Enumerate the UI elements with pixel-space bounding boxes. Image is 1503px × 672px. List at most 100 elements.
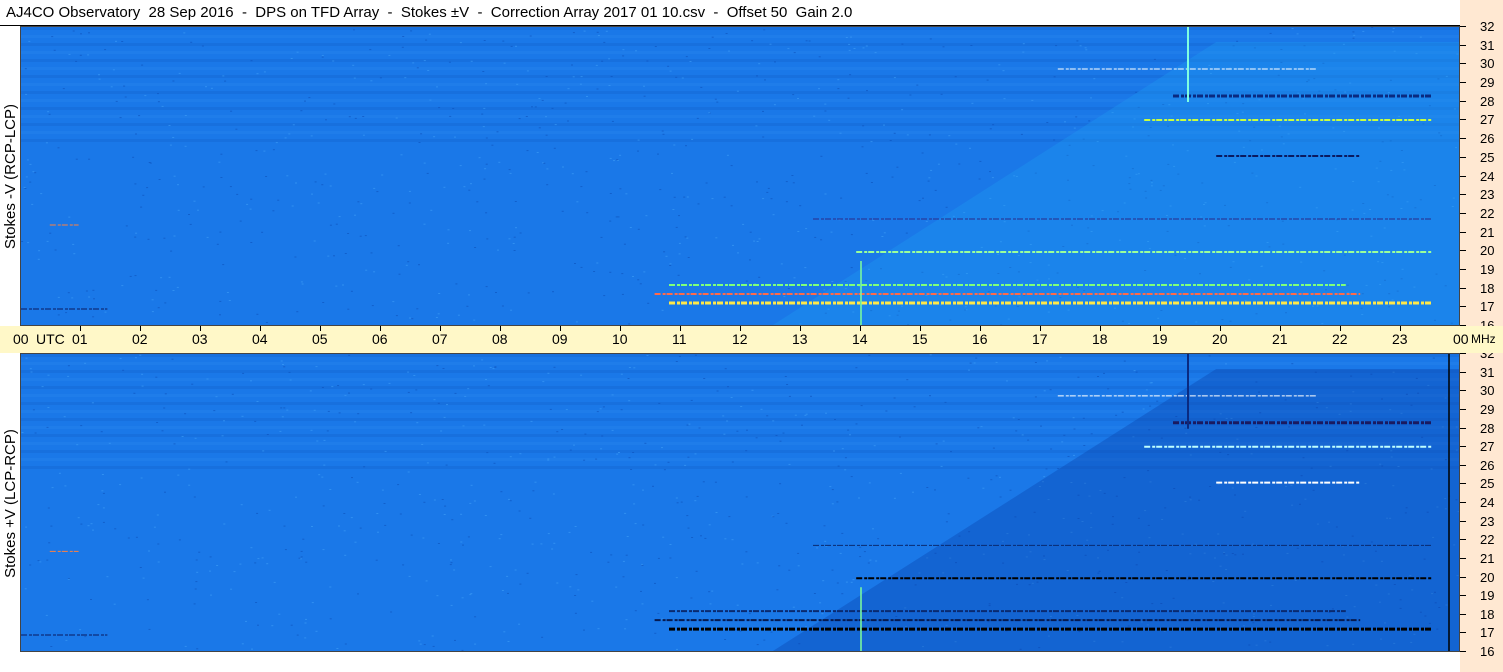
- noise: [793, 277, 796, 279]
- noise: [467, 536, 470, 538]
- noise: [437, 313, 440, 315]
- noise: [196, 571, 199, 573]
- freq-tick: [1460, 446, 1466, 448]
- noise: [168, 125, 171, 126]
- noise: [348, 116, 351, 118]
- noise: [449, 564, 452, 566]
- noise: [45, 142, 48, 144]
- noise: [848, 49, 851, 51]
- noise: [338, 412, 341, 414]
- noise: [571, 173, 574, 175]
- noise: [724, 639, 727, 640]
- noise: [813, 115, 816, 117]
- noise: [1236, 40, 1239, 42]
- noise: [837, 465, 840, 467]
- noise: [138, 115, 141, 117]
- noise: [551, 107, 554, 109]
- noise: [583, 629, 585, 631]
- noise: [810, 395, 812, 397]
- freq-tick: [1460, 175, 1466, 177]
- noise: [115, 40, 117, 42]
- noise: [163, 237, 166, 239]
- noise: [502, 40, 505, 42]
- noise: [553, 456, 556, 458]
- noise: [37, 560, 40, 562]
- noise: [460, 541, 463, 543]
- noise: [860, 405, 863, 407]
- noise: [950, 451, 952, 453]
- noise: [516, 83, 519, 85]
- noise: [469, 230, 471, 232]
- time-tick-label: 15: [912, 331, 928, 347]
- noise: [71, 297, 74, 299]
- noise: [637, 139, 640, 141]
- noise: [658, 402, 661, 404]
- noise: [322, 505, 325, 507]
- noise: [740, 406, 743, 407]
- noise: [151, 311, 154, 313]
- noise: [859, 546, 862, 548]
- noise: [833, 450, 835, 452]
- noise: [986, 79, 989, 81]
- noise: [483, 424, 486, 426]
- noise: [1031, 99, 1034, 101]
- noise: [836, 582, 839, 584]
- noise: [1291, 28, 1294, 30]
- noise: [770, 198, 773, 200]
- noise: [641, 603, 644, 605]
- noise: [195, 581, 198, 583]
- noise: [139, 567, 142, 568]
- noise: [746, 429, 748, 431]
- noise: [25, 526, 28, 528]
- time-tick-label: 19: [1152, 331, 1168, 347]
- noise: [611, 394, 614, 396]
- noise: [610, 76, 613, 77]
- noise: [912, 491, 914, 493]
- noise: [696, 495, 699, 497]
- noise: [905, 232, 908, 234]
- noise: [816, 547, 819, 549]
- noise: [399, 513, 402, 515]
- noise: [255, 602, 258, 603]
- noise: [193, 200, 196, 202]
- noise: [673, 144, 676, 146]
- noise: [708, 591, 711, 593]
- noise: [995, 361, 998, 363]
- noise: [947, 513, 950, 515]
- noise: [1432, 357, 1435, 359]
- noise: [1064, 121, 1066, 123]
- noise: [478, 157, 481, 159]
- noise: [545, 134, 548, 136]
- noise: [469, 502, 472, 504]
- noise: [491, 144, 494, 146]
- noise: [893, 397, 896, 399]
- noise: [531, 106, 533, 108]
- noise: [554, 124, 557, 126]
- noise: [762, 136, 765, 138]
- noise: [487, 385, 490, 387]
- noise: [1003, 98, 1006, 100]
- noise: [971, 102, 974, 104]
- noise: [608, 58, 611, 60]
- noise: [506, 575, 509, 577]
- freq-tick-label: 30: [1480, 383, 1495, 399]
- noise: [689, 61, 692, 62]
- noise: [354, 541, 357, 543]
- noise: [624, 628, 627, 630]
- noise: [444, 505, 447, 507]
- noise: [1115, 414, 1118, 416]
- noise: [134, 236, 137, 238]
- noise: [188, 468, 191, 470]
- noise: [1079, 45, 1082, 47]
- noise: [700, 535, 702, 537]
- noise: [209, 556, 212, 558]
- noise: [369, 49, 372, 51]
- noise: [350, 290, 353, 292]
- noise: [1090, 433, 1093, 435]
- noise: [773, 104, 776, 106]
- noise: [1053, 139, 1056, 141]
- noise: [75, 60, 78, 62]
- noise: [485, 379, 487, 380]
- noise: [329, 618, 332, 620]
- noise: [1073, 428, 1076, 430]
